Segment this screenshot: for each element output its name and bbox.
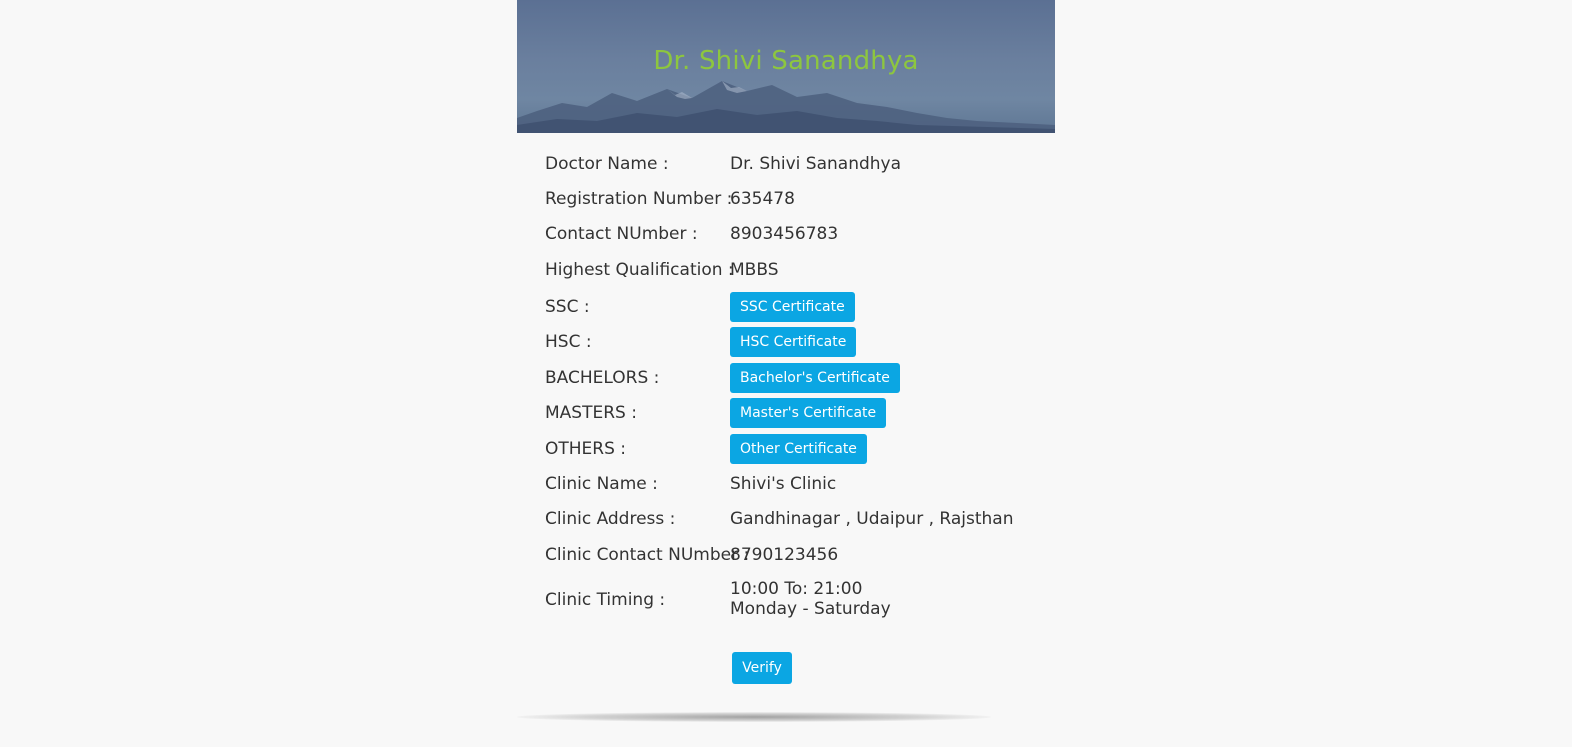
ssc-label: SSC : bbox=[545, 297, 590, 317]
hsc-certificate-button[interactable]: HSC Certificate bbox=[730, 327, 857, 357]
clinic-hours: 10:00 To: 21:00 bbox=[730, 579, 863, 599]
qualification-label: Highest Qualification : bbox=[545, 260, 734, 280]
clinic-name-label: Clinic Name : bbox=[545, 474, 658, 494]
clinic-timing-row: Clinic Timing : 10:00 To: 21:00 Monday -… bbox=[545, 579, 1025, 621]
bachelors-label: BACHELORS : bbox=[545, 368, 660, 388]
masters-label: MASTERS : bbox=[545, 403, 637, 423]
masters-certificate-button[interactable]: Master's Certificate bbox=[730, 398, 887, 428]
others-row: OTHERS : Other Certificate bbox=[545, 431, 1025, 467]
clinic-contact-row: Clinic Contact NUmber : 8790123456 bbox=[545, 537, 1025, 573]
clinic-address-label: Clinic Address : bbox=[545, 509, 676, 529]
clinic-contact-label: Clinic Contact NUmber : bbox=[545, 545, 750, 565]
clinic-days: Monday - Saturday bbox=[730, 599, 891, 619]
clinic-contact-value: 8790123456 bbox=[730, 545, 839, 565]
card-shadow bbox=[517, 712, 991, 722]
ssc-certificate-button[interactable]: SSC Certificate bbox=[730, 292, 855, 322]
qualification-value: MBBS bbox=[730, 260, 779, 280]
masters-row: MASTERS : Master's Certificate bbox=[545, 395, 1025, 431]
header-banner: Dr. Shivi Sanandhya bbox=[517, 0, 1055, 133]
registration-number-label: Registration Number : bbox=[545, 189, 733, 209]
doctor-name-row: Doctor Name : Dr. Shivi Sanandhya bbox=[545, 146, 1025, 182]
other-certificate-button[interactable]: Other Certificate bbox=[730, 434, 867, 464]
doctor-name-value: Dr. Shivi Sanandhya bbox=[730, 154, 902, 174]
bachelors-row: BACHELORS : Bachelor's Certificate bbox=[545, 360, 1025, 396]
doctor-profile-card: Dr. Shivi Sanandhya Doctor Name : Dr. Sh… bbox=[517, 0, 1055, 714]
contact-number-row: Contact NUmber : 8903456783 bbox=[545, 216, 1025, 252]
page-title: Dr. Shivi Sanandhya bbox=[653, 46, 919, 76]
registration-number-row: Registration Number : 635478 bbox=[545, 181, 1025, 217]
clinic-name-row: Clinic Name : Shivi's Clinic bbox=[545, 466, 1025, 502]
ssc-row: SSC : SSC Certificate bbox=[545, 289, 1025, 325]
bachelors-certificate-button[interactable]: Bachelor's Certificate bbox=[730, 363, 900, 393]
clinic-timing-label: Clinic Timing : bbox=[545, 590, 666, 610]
others-label: OTHERS : bbox=[545, 439, 627, 459]
clinic-address-row: Clinic Address : Gandhinagar , Udaipur ,… bbox=[545, 501, 1025, 537]
clinic-address-value: Gandhinagar , Udaipur , Rajsthan bbox=[730, 509, 1014, 529]
hsc-row: HSC : HSC Certificate bbox=[545, 324, 1025, 360]
verify-button[interactable]: Verify bbox=[732, 652, 792, 684]
hsc-label: HSC : bbox=[545, 332, 592, 352]
contact-number-label: Contact NUmber : bbox=[545, 224, 698, 244]
clinic-name-value: Shivi's Clinic bbox=[730, 474, 837, 494]
doctor-name-label: Doctor Name : bbox=[545, 154, 669, 174]
qualification-row: Highest Qualification : MBBS bbox=[545, 252, 1025, 288]
contact-number-value: 8903456783 bbox=[730, 224, 839, 244]
clinic-timing-value: 10:00 To: 21:00 Monday - Saturday bbox=[730, 579, 891, 619]
registration-number-value: 635478 bbox=[730, 189, 795, 209]
